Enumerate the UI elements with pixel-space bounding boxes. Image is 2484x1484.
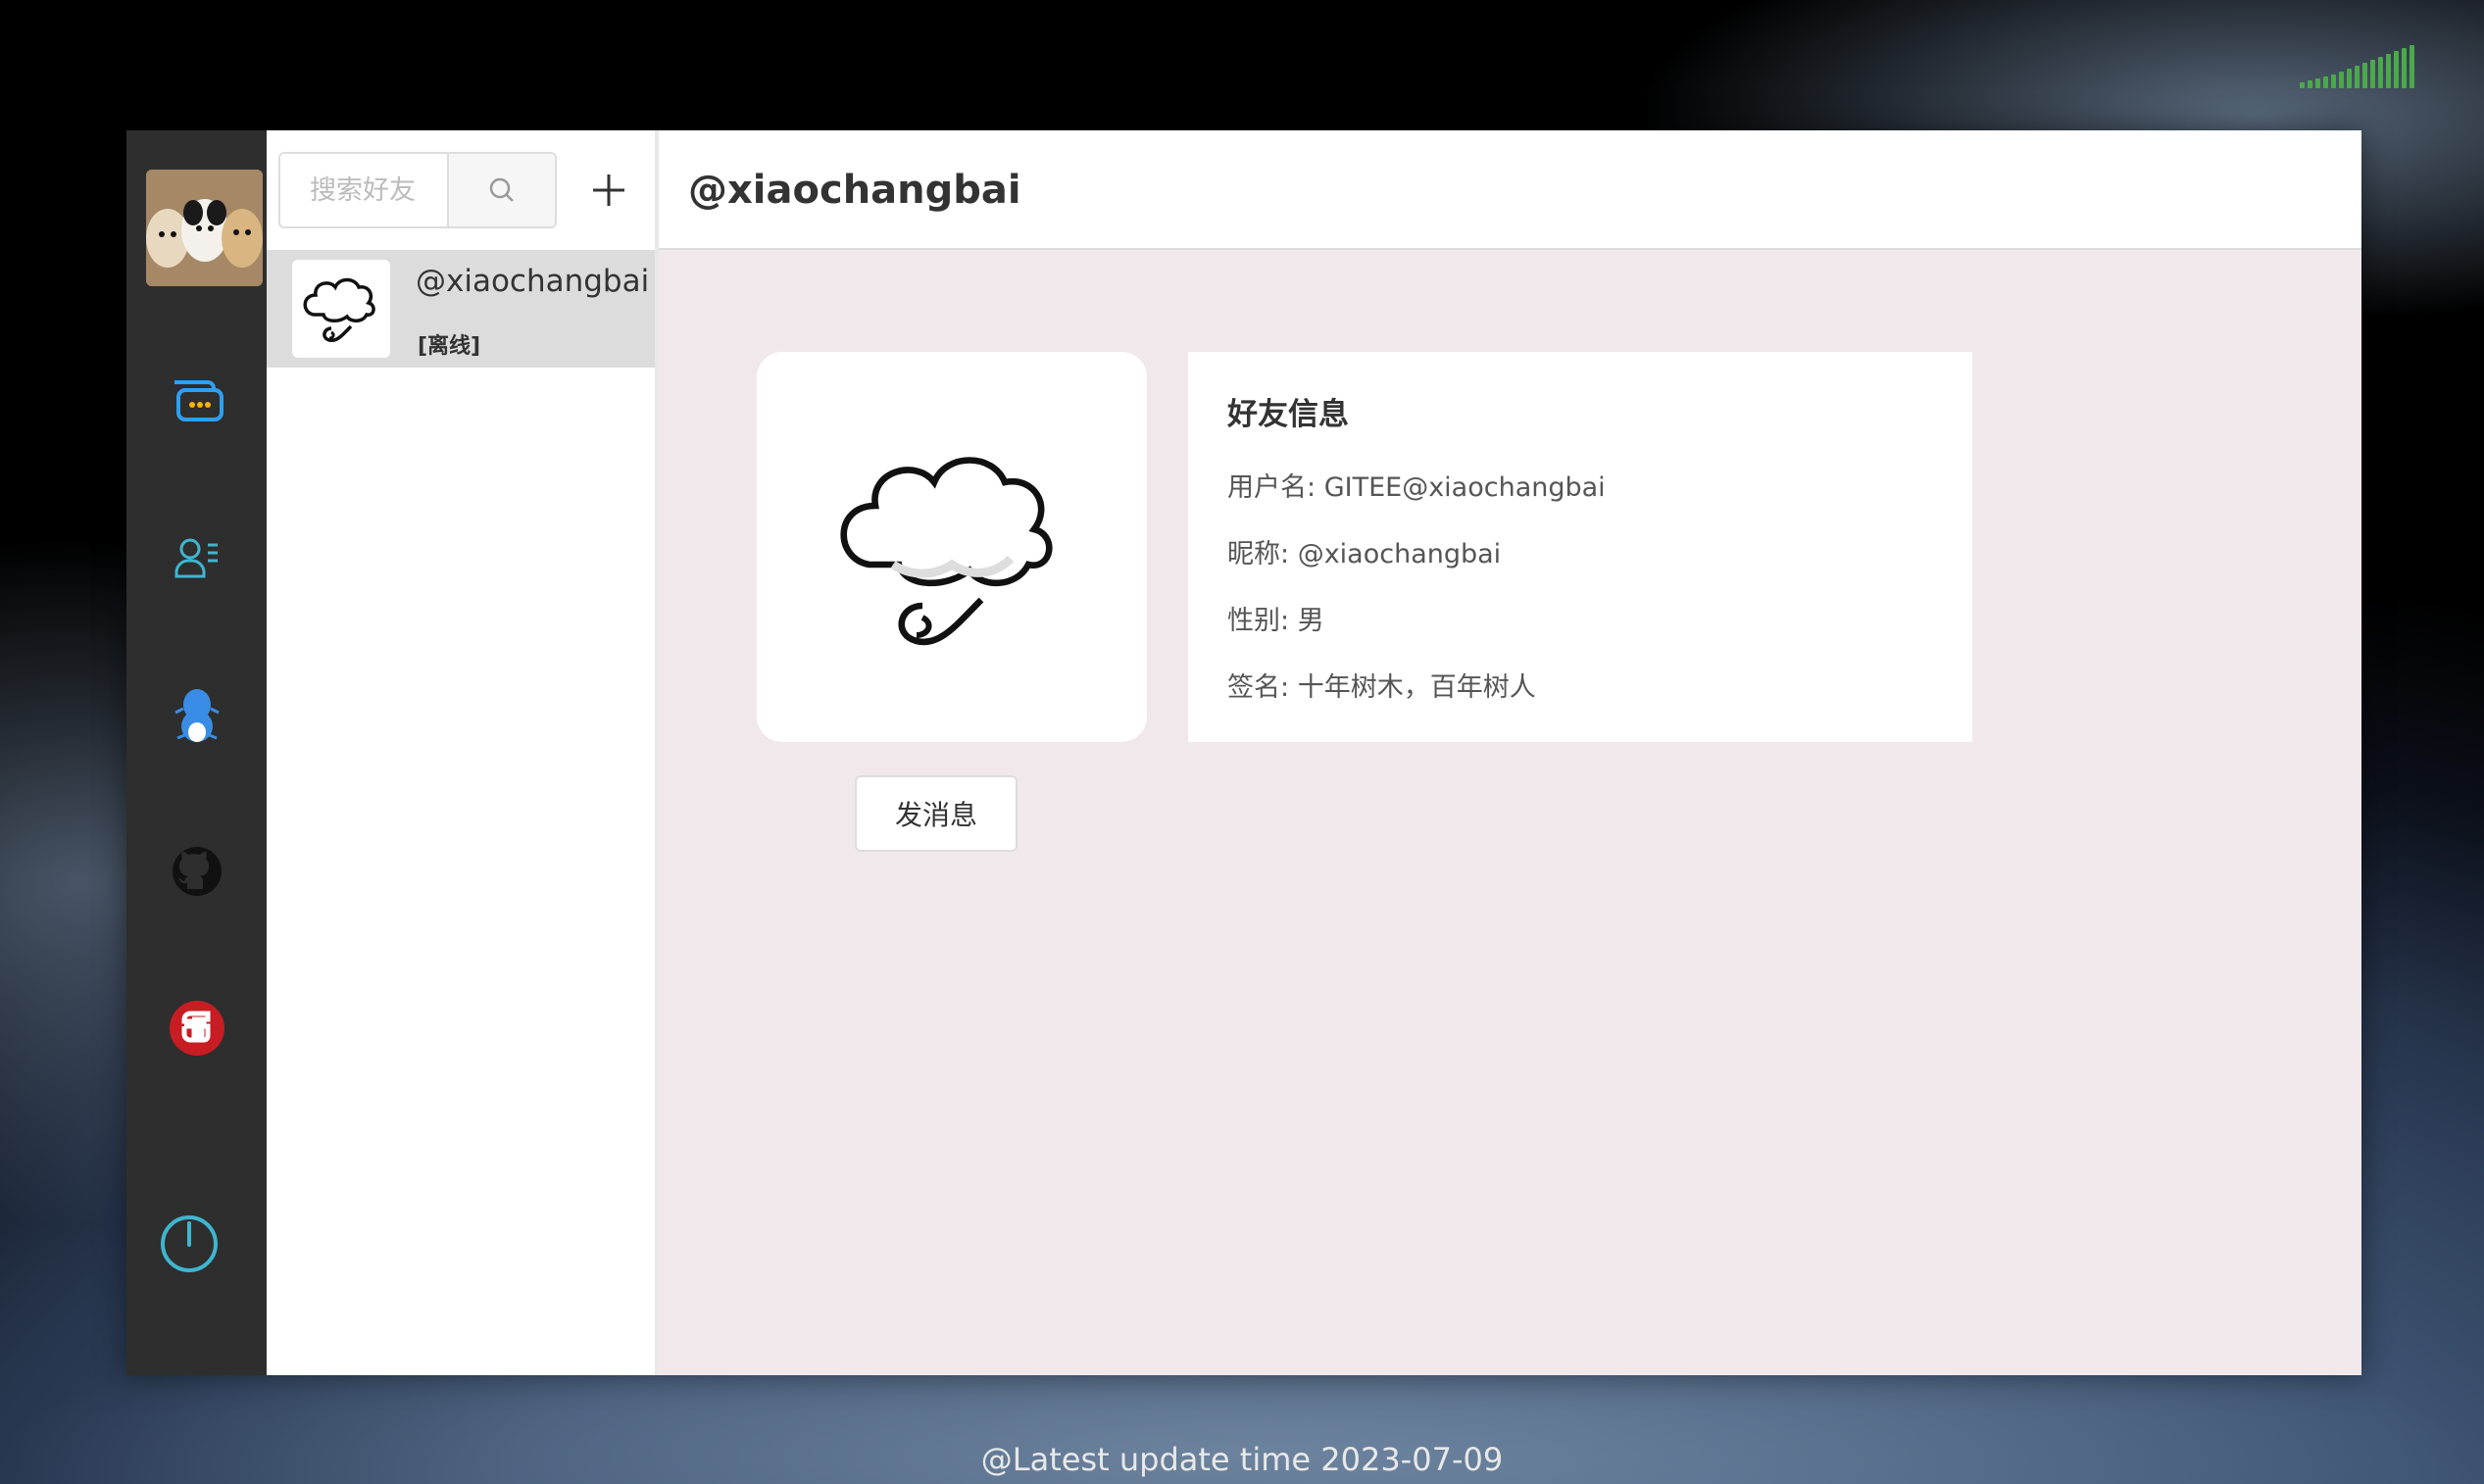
friend-photo-card [757,352,1147,742]
avatar-dogs-image [146,170,263,286]
signature-row: 签名: 十年树木，百年树人 [1227,674,1933,741]
search-button[interactable] [447,154,555,226]
nickname-row: 昵称: @xiaochangbai [1227,541,1933,608]
username-row: 用户名: GITEE@xiaochangbai [1227,474,1933,541]
friend-status: [离线] [418,334,481,359]
send-message-button[interactable]: 发消息 [855,775,1018,852]
footer-update-time: @Latest update time 2023-07-09 [980,1441,1504,1478]
nickname-value: @xiaochangbai [1297,539,1502,569]
gitee-icon[interactable] [158,989,236,1067]
info-heading: 好友信息 [1227,397,1349,432]
power-icon[interactable] [150,1205,228,1283]
friend-detail-panel: @xiaochangbai 发消息 好友信息 用户名: GITEE@xiaoch… [659,130,2361,1375]
qq-icon[interactable] [158,675,236,754]
username-value: GITEE@xiaochangbai [1323,472,1606,503]
friend-name: @xiaochangbai [416,264,650,299]
search-input[interactable] [280,154,447,226]
nickname-label: 昵称: [1227,539,1290,569]
cloud-avatar-icon [303,277,375,343]
contacts-icon[interactable] [158,519,236,597]
friend-list-panel: @xiaochangbai [离线] [267,130,659,1375]
search-box [278,152,557,228]
detail-header: @xiaochangbai [659,130,2361,250]
add-friend-button[interactable] [571,152,647,228]
github-icon[interactable] [158,832,236,911]
gender-row: 性别: 男 [1227,608,1933,674]
chat-app-window: @xiaochangbai [离线] @xiaochangbai 发消息 好友信… [126,130,2361,1375]
page-title: @xiaochangbai [688,168,1021,213]
signal-strength-icon [2300,43,2419,88]
friend-list-item[interactable]: @xiaochangbai [离线] [267,250,655,368]
plus-icon [593,174,624,206]
gender-value: 男 [1297,606,1324,636]
chat-icon[interactable] [158,362,236,440]
avatar[interactable] [146,170,263,286]
search-icon [489,177,514,202]
cloud-avatar-large-icon [840,457,1053,646]
signature-value: 十年树木，百年树人 [1297,672,1536,703]
username-label: 用户名: [1227,472,1317,503]
friend-info-card: 好友信息 用户名: GITEE@xiaochangbai 昵称: @xiaoch… [1188,352,1972,742]
gender-label: 性别: [1227,606,1290,636]
nav-rail [126,130,267,1375]
friend-avatar [292,260,390,358]
signature-label: 签名: [1227,672,1290,703]
